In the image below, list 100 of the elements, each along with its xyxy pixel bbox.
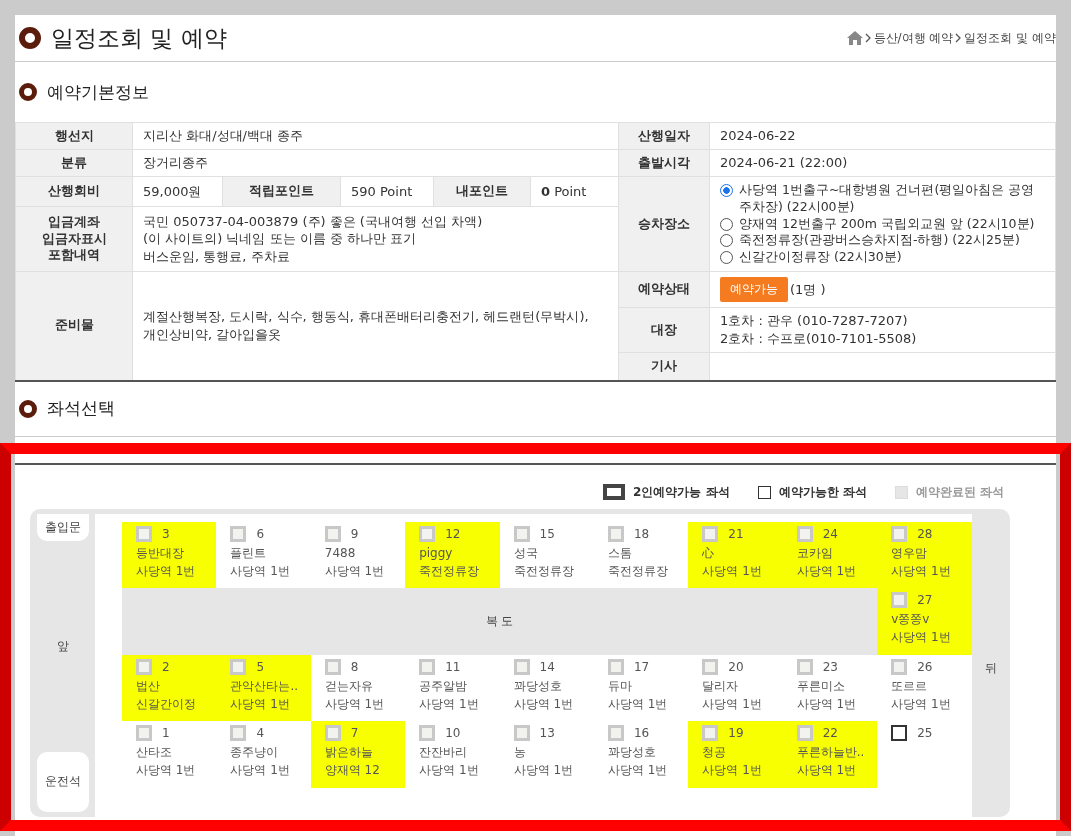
passenger-name: 관악산타는.. (230, 677, 300, 695)
boarding-stop: 사당역 1번 (230, 562, 291, 580)
passenger-name: 종주냥이 (230, 744, 280, 761)
passenger-name: 7488 (324, 544, 357, 562)
boarding-stop: 사당역 1번 (891, 562, 952, 580)
field-label: 입금자표시 (41, 230, 107, 246)
seat-number: 10 (445, 725, 461, 742)
seat-number: 2 (162, 658, 170, 676)
boarding-stop: 사당역 1번 (136, 762, 197, 779)
boarding-stop: 사당역 1번 (796, 695, 858, 713)
boarding-stop: 사당역 1번 (891, 629, 952, 646)
boarding-stop: 사당역 1번 (607, 695, 669, 713)
field-value: 2024-06-21 (22:00) (709, 149, 1056, 177)
seat-number: 8 (350, 658, 359, 676)
passenger-name: 청공 (702, 744, 728, 761)
boarding-stop: 사당역 1번 (324, 562, 386, 580)
field-value: 국민 050737-04-003879 (주) 좋은 (국내여행 선입 차액) (143, 213, 483, 229)
legend-swatch (603, 484, 626, 500)
field-value: 장거리종주 (132, 149, 619, 177)
passenger-name: 잔잔바리 (419, 744, 469, 761)
passenger-name: 푸른하늘반.. (796, 744, 866, 761)
legend-swatch (894, 485, 908, 499)
passenger-name: 꽈당성호 (607, 744, 657, 761)
boarding-stop: 사당역 1번 (702, 762, 763, 779)
boarding-stop: 양재역 12 (324, 762, 381, 779)
seat-number: 16 (633, 725, 650, 742)
seat-number: 4 (256, 725, 265, 742)
legend-label: 예약가능한 좌석 (778, 483, 867, 501)
field-value: 0 Point (530, 176, 619, 207)
field-value: 59,000원 (132, 176, 223, 207)
ring-icon (19, 83, 37, 101)
section-title: 예약기본정보 (47, 80, 149, 104)
passenger-name: 플린트 (230, 544, 268, 562)
passenger-name: 푸른미소 (796, 677, 846, 695)
chevron-icon (955, 33, 963, 43)
radio-button[interactable] (720, 183, 733, 197)
seat-number: 9 (350, 525, 359, 543)
field-value: 버스운임, 통행료, 주차료 (143, 248, 290, 264)
field-label: 출발시각 (618, 149, 710, 177)
seat-number: 17 (633, 658, 650, 676)
radio-button[interactable] (720, 234, 733, 248)
seat-number: 15 (539, 525, 555, 543)
passenger-name: 코카임 (796, 544, 834, 562)
door-label: 출입문 (36, 513, 89, 541)
seat-number: 18 (633, 525, 650, 543)
field-value: (이 사이트의) 닉네임 또는 이름 중 하나만 표기 (143, 231, 417, 247)
passenger-name: 心 (702, 544, 716, 562)
field-label: 입금계좌 (48, 213, 100, 229)
home-icon[interactable] (846, 31, 863, 45)
boarding-option: 신갈간이정류장 (22시30분) (739, 249, 902, 267)
boarding-stop: 죽전정류장 (607, 562, 669, 580)
breadcrumb-link[interactable]: 등산/여행 예약 (873, 29, 954, 47)
boarding-stop: 사당역 1번 (136, 562, 197, 580)
field-label: 준비물 (15, 271, 133, 381)
seat-number: 21 (728, 525, 744, 543)
seat-checkbox[interactable] (891, 725, 908, 741)
passenger-name: 밝은하늘 (324, 744, 374, 761)
passenger-name: piggy (419, 544, 454, 562)
boarding-stop: 사당역 1번 (230, 695, 291, 713)
driver-seat: 운전석 (36, 751, 89, 812)
boarding-stop: 사당역 1번 (324, 695, 386, 713)
field-label: 예약상태 (618, 271, 710, 308)
legend-label: 2인예약가능 좌석 (633, 483, 730, 501)
seat-number: 5 (256, 658, 265, 676)
boarding-stop: 사당역 1번 (607, 762, 669, 779)
passenger-name: 등반대장 (136, 544, 185, 562)
passenger-name: 스톰 (607, 544, 633, 562)
field-value: 1호차 : 관우 (010-7287-7207) (720, 313, 908, 329)
page-title: 일정조회 및 예약 (51, 23, 227, 53)
passenger-name: 농 (513, 744, 527, 761)
radio-button[interactable] (720, 217, 733, 231)
seat-number: 3 (162, 525, 170, 543)
field-value: 2024-06-22 (709, 122, 1056, 150)
field-label: 포함내역 (48, 247, 100, 263)
boarding-stop: 신갈간이정 (136, 695, 197, 713)
seat-number: 24 (822, 525, 838, 543)
chevron-icon (864, 33, 872, 43)
passenger-name: 듀마 (607, 677, 633, 695)
seat-number: 28 (917, 525, 933, 543)
boarding-stop: 사당역 1번 (796, 562, 858, 580)
passenger-name: 산타조 (136, 744, 173, 761)
field-value: 2호차 : 수프로(010-7101-5508) (720, 331, 917, 346)
seat-number: 26 (917, 658, 933, 676)
passenger-name: 달리자 (702, 677, 740, 695)
passenger-name: 영우맘 (891, 544, 929, 562)
radio-button[interactable] (720, 251, 733, 265)
boarding-stop: 사당역 1번 (513, 762, 574, 779)
section-title: 좌석선택 (47, 397, 115, 420)
boarding-option: 사당역 1번출구~대항병원 건너편(평일아침은 공영주차장) (22시00분) (739, 181, 1045, 216)
passenger-name: 걷는자유 (324, 677, 374, 695)
passenger-name: 공주알밤 (419, 677, 469, 695)
seat-number: 27 (917, 592, 933, 609)
field-label: 행선지 (15, 122, 133, 150)
boarding-stop: 사당역 1번 (419, 695, 480, 713)
boarding-stop: 사당역 1번 (230, 762, 291, 779)
passenger-name: 법산 (136, 677, 161, 695)
breadcrumb-link[interactable]: 일정조회 및 예약 (964, 29, 1056, 47)
field-label: 기사 (618, 352, 710, 381)
legend-label: 예약완료된 좌석 (915, 483, 1004, 501)
boarding-stop: 죽전정류장 (513, 562, 575, 580)
